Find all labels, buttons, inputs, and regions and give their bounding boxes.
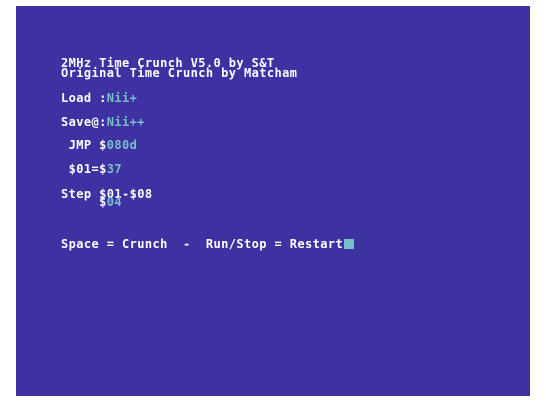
jmp-label: JMP $ (61, 138, 107, 152)
step-current-row: $04 (61, 195, 122, 209)
save-label: Save@: (61, 115, 107, 129)
load-row: Load :Nii+ (61, 92, 137, 104)
prompt-text: Space = Crunch - Run/Stop = Restart (61, 237, 344, 251)
save-filename: Nii++ (106, 115, 145, 129)
c64-screen: 2MHz Time Crunch V5.0 by S&T Original Ti… (16, 6, 530, 396)
save-row: Save@:Nii++ (61, 116, 145, 128)
step-current-value: 04 (106, 195, 122, 209)
jmp-address: 080d (106, 138, 138, 152)
load-label: Load : (61, 91, 107, 105)
credit-line: Original Time Crunch by Matcham (61, 66, 298, 80)
prompt-row: Space = Crunch - Run/Stop = Restart (61, 237, 355, 251)
load-filename: Nii+ (106, 91, 138, 105)
step-current-prefix: $ (61, 195, 107, 209)
zeropage-label: $01=$ (61, 162, 107, 176)
cursor-block-icon (344, 239, 355, 249)
zeropage-row: $01=$37 (61, 163, 122, 175)
jmp-row: JMP $080d (61, 139, 137, 151)
zeropage-value: 37 (106, 162, 122, 176)
